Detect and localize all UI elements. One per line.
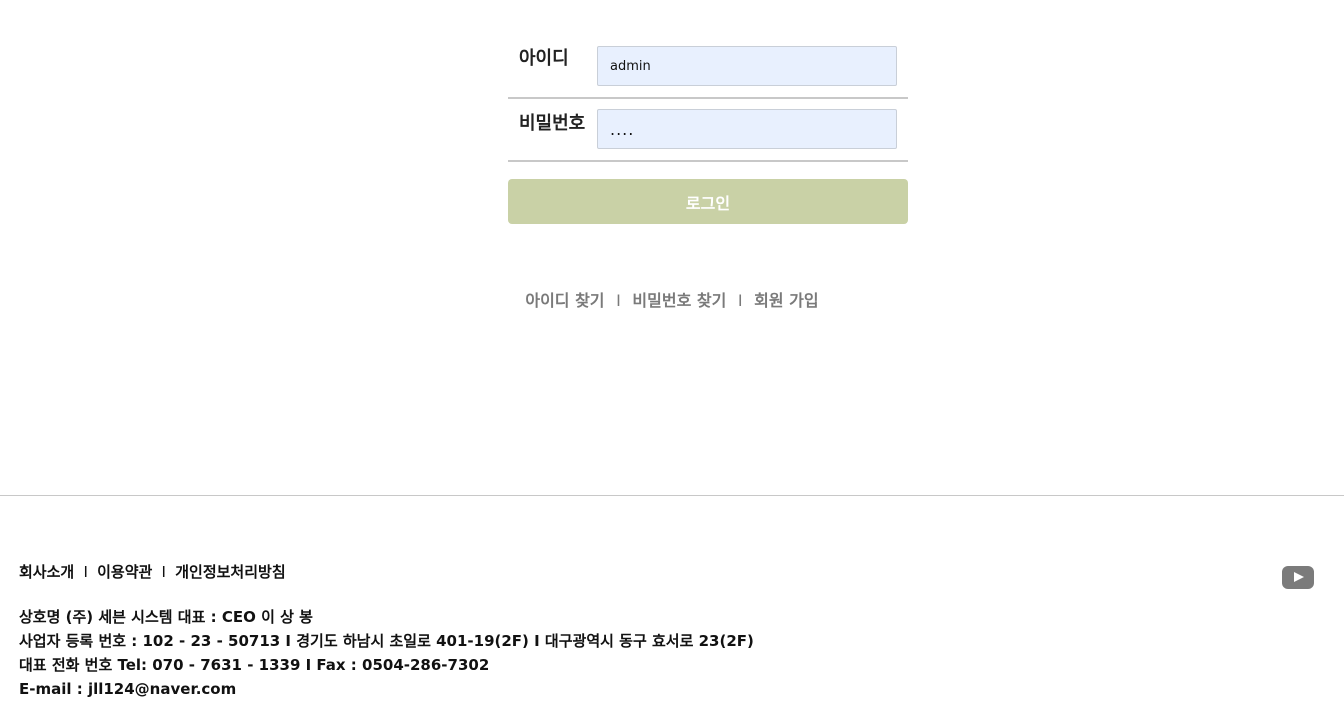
login-form: 아이디 비밀번호 로그인 bbox=[508, 34, 908, 224]
id-row: 아이디 bbox=[508, 34, 908, 99]
footer-link-terms[interactable]: 이용약관 bbox=[97, 563, 152, 581]
footer-divider bbox=[0, 495, 1344, 496]
footer-link-about[interactable]: 회사소개 bbox=[19, 563, 74, 581]
footer-separator: I bbox=[161, 563, 166, 581]
account-help-links: 아이디 찾기 I 비밀번호 찾기 I 회원 가입 bbox=[0, 287, 1344, 311]
signup-link[interactable]: 회원 가입 bbox=[754, 291, 818, 310]
link-separator: I bbox=[737, 291, 743, 310]
footer-separator: I bbox=[83, 563, 88, 581]
youtube-icon[interactable] bbox=[1282, 566, 1314, 589]
login-button[interactable]: 로그인 bbox=[508, 179, 908, 224]
password-label: 비밀번호 bbox=[519, 113, 586, 134]
contact-email-line: E-mail : jll124@naver.com bbox=[19, 680, 237, 698]
play-icon bbox=[1294, 572, 1304, 582]
footer-nav: 회사소개 I 이용약관 I 개인정보처리방침 bbox=[19, 561, 286, 582]
password-input[interactable] bbox=[597, 109, 897, 149]
footer-link-privacy[interactable]: 개인정보처리방침 bbox=[175, 563, 285, 581]
find-id-link[interactable]: 아이디 찾기 bbox=[525, 291, 604, 310]
id-input[interactable] bbox=[597, 46, 897, 86]
company-name-line: 상호명 (주) 세븐 시스템 대표 : CEO 이 상 봉 bbox=[19, 608, 313, 626]
contact-phone-line: 대표 전화 번호 Tel: 070 - 7631 - 1339 I Fax : … bbox=[19, 656, 490, 674]
password-row: 비밀번호 bbox=[508, 99, 908, 162]
link-separator: I bbox=[616, 291, 621, 310]
company-info: 상호명 (주) 세븐 시스템 대표 : CEO 이 상 봉 사업자 등록 번호 … bbox=[19, 605, 754, 701]
id-label: 아이디 bbox=[519, 48, 569, 69]
business-address-line: 사업자 등록 번호 : 102 - 23 - 50713 I 경기도 하남시 초… bbox=[19, 632, 754, 650]
find-password-link[interactable]: 비밀번호 찾기 bbox=[632, 291, 726, 310]
